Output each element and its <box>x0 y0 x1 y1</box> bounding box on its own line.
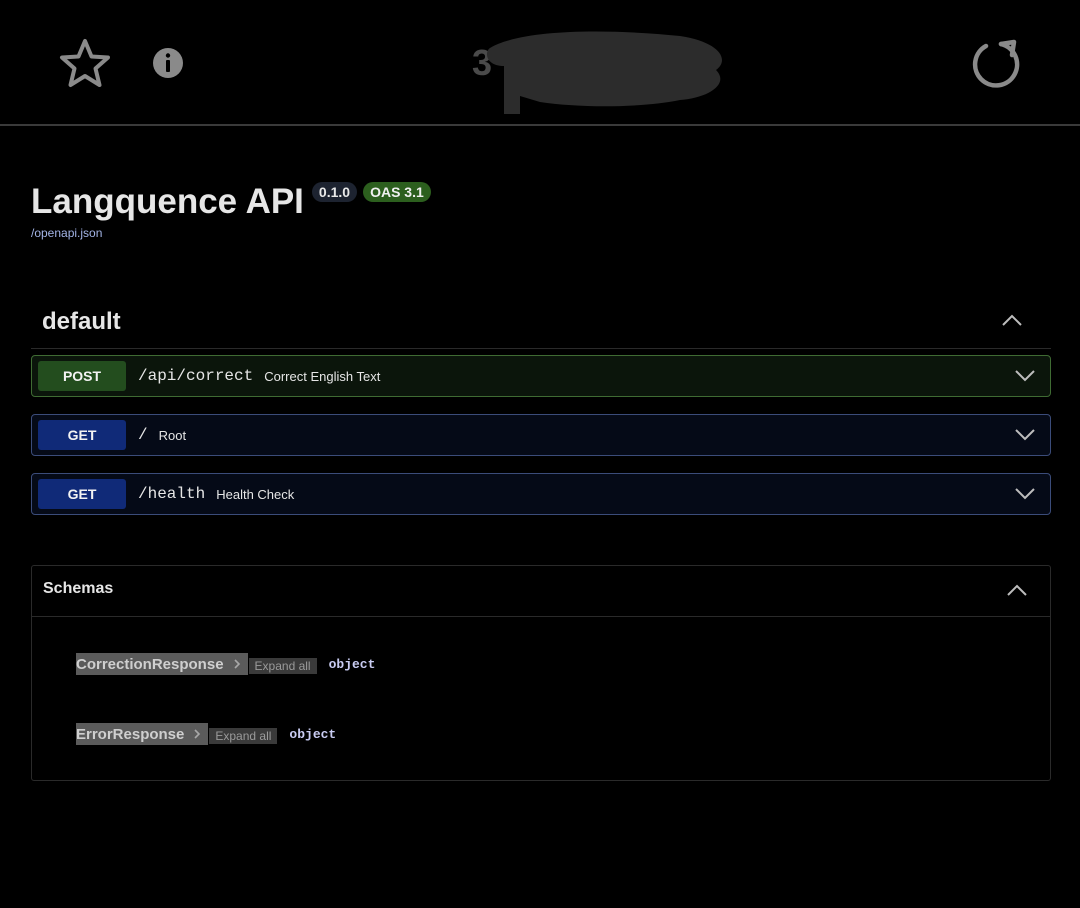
operation-get-health[interactable]: GET /health Health Check <box>31 473 1051 515</box>
reload-icon[interactable] <box>968 36 1024 92</box>
model-toggle[interactable]: CorrectionResponse <box>76 653 248 675</box>
model-type: object <box>328 656 376 672</box>
operation-path: / <box>138 426 148 444</box>
info-icon[interactable] <box>150 45 186 81</box>
model-error-response: ErrorResponse Expand all object <box>76 723 336 745</box>
operation-summary: Health Check <box>216 486 295 502</box>
page-title: Langquence API <box>31 182 304 221</box>
method-badge: GET <box>38 479 126 509</box>
star-icon[interactable] <box>58 37 112 91</box>
method-badge: GET <box>38 420 126 450</box>
operation-get-root[interactable]: GET / Root <box>31 414 1051 456</box>
operation-post-api-correct[interactable]: POST /api/correct Correct English Text <box>31 355 1051 397</box>
schemas-header[interactable]: Schemas <box>32 566 1050 617</box>
operation-summary: Root <box>158 427 187 443</box>
expand-all-button[interactable]: Expand all <box>248 658 317 674</box>
schemas-section: Schemas CorrectionResponse Expand all ob… <box>31 565 1051 781</box>
operation-summary: Correct English Text <box>264 368 381 384</box>
model-name: CorrectionResponse <box>76 655 224 673</box>
chevron-right-icon <box>194 729 201 739</box>
openapi-spec-link[interactable]: /openapi.json <box>31 226 102 240</box>
chevron-up-icon[interactable] <box>1006 582 1028 598</box>
expand-all-button[interactable]: Expand all <box>209 728 278 744</box>
redaction-scribble <box>486 31 722 114</box>
model-toggle[interactable]: ErrorResponse <box>76 723 209 745</box>
chevron-down-icon[interactable] <box>1014 368 1036 384</box>
model-correction-response: CorrectionResponse Expand all object <box>76 653 375 675</box>
chevron-right-icon <box>233 659 240 669</box>
section-title: default <box>42 308 121 335</box>
schemas-title: Schemas <box>43 580 114 597</box>
chevron-down-icon[interactable] <box>1014 486 1036 502</box>
model-type: object <box>289 726 337 742</box>
operation-path: /api/correct <box>138 367 254 385</box>
oas-badge: OAS 3.1 <box>363 182 431 202</box>
api-info: Langquence API 0.1.0 OAS 3.1 <box>31 180 431 224</box>
chevron-up-icon[interactable] <box>1001 312 1023 328</box>
model-name: ErrorResponse <box>76 725 185 743</box>
method-badge: POST <box>38 361 126 391</box>
chevron-down-icon[interactable] <box>1014 427 1036 443</box>
version-badge: 0.1.0 <box>311 182 358 202</box>
section-default-header[interactable]: default <box>31 300 1051 349</box>
operation-path: /health <box>138 485 206 503</box>
browser-toolbar: 3 <box>0 0 1080 126</box>
